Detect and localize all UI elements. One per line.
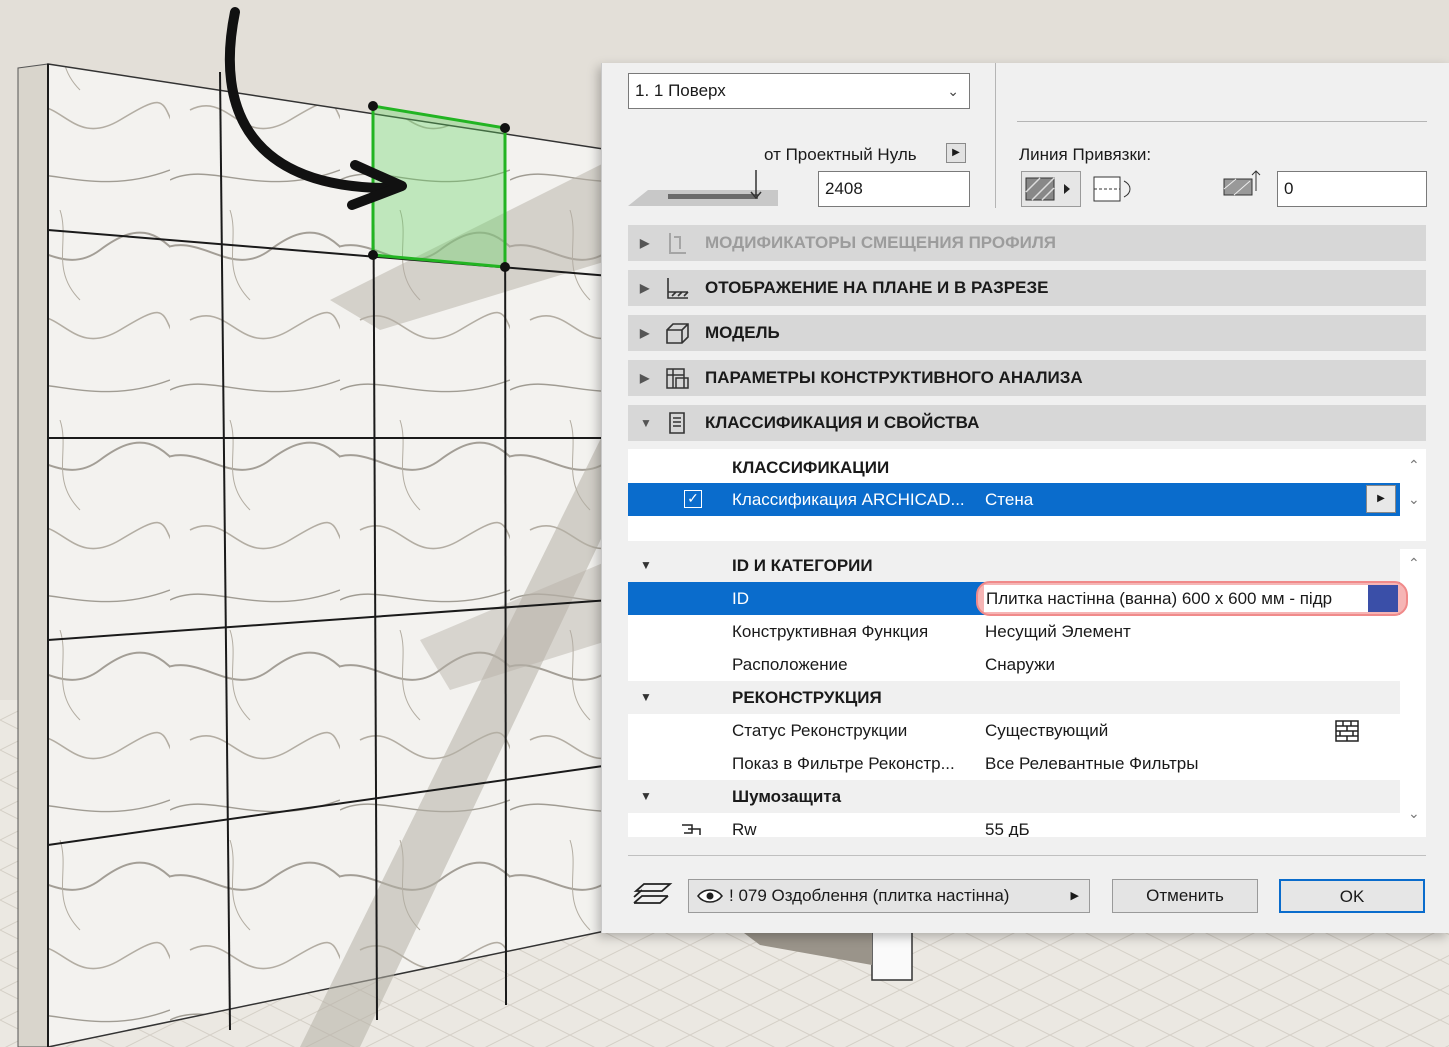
elevation-input[interactable]: 2408 [818, 171, 970, 207]
elevation-reference-button[interactable]: ▶ [946, 143, 966, 163]
classification-picker-button[interactable]: ▶ [1366, 485, 1396, 513]
id-value-input[interactable]: Плитка настінна (ванна) 600 x 600 мм - п… [984, 585, 1374, 612]
reference-offset-icon [1223, 170, 1261, 196]
reference-line-label: Линия Привязки: [1019, 145, 1152, 164]
model-icon [666, 323, 689, 344]
property-group-header[interactable]: ▼ РЕКОНСТРУКЦИЯ [628, 681, 1400, 714]
flip-icon [1093, 176, 1131, 202]
classifications-header: КЛАССИФИКАЦИИ [732, 458, 890, 477]
elevation-label: от Проектный Нуль [764, 145, 917, 164]
collapse-arrow-icon: ▼ [640, 690, 652, 704]
property-row[interactable]: Конструктивная Функция Несущий Элемент [628, 615, 1400, 648]
brick-wall-icon [1335, 720, 1359, 742]
section-label: КЛАССИФИКАЦИЯ И СВОЙСТВА [705, 413, 980, 432]
property-value: Плитка настінна (ванна) 600 x 600 мм - п… [986, 589, 1333, 608]
cancel-button[interactable]: Отменить [1112, 879, 1258, 913]
expand-arrow-icon: ▶ [640, 326, 650, 340]
scroll-down-icon[interactable]: ⌄ [1408, 491, 1420, 508]
eye-icon [697, 889, 723, 903]
section-label: ОТОБРАЖЕНИЕ НА ПЛАНЕ И В РАЗРЕЗЕ [705, 278, 1049, 297]
properties-panel: ▼ ID И КАТЕГОРИИ ID Плитка настінна (ван… [628, 549, 1426, 837]
flip-reference-line-button[interactable] [1090, 171, 1136, 207]
hatch-fill-icon [1025, 177, 1070, 201]
property-group-header[interactable]: ▼ Шумозащита [628, 780, 1400, 813]
classification-icon [669, 412, 685, 434]
layer-select[interactable]: ! 079 Оздоблення (плитка настінна) ▶ [688, 879, 1090, 913]
property-row[interactable]: Статус Реконструкции Существующий [628, 714, 1400, 747]
property-group-header[interactable]: ▼ ID И КАТЕГОРИИ [628, 549, 1400, 582]
property-row[interactable]: Rw 55 дБ [628, 813, 1400, 837]
divider [995, 63, 996, 208]
collapse-arrow-icon: ▼ [640, 558, 652, 572]
section-floor-plan[interactable]: ▶ ОТОБРАЖЕНИЕ НА ПЛАНЕ И В РАЗРЕЗЕ [628, 270, 1426, 306]
classifications-panel: КЛАССИФИКАЦИИ ✓ Классификация ARCHICAD..… [628, 449, 1426, 541]
classification-value: Стена [985, 490, 1034, 509]
section-structural-analysis[interactable]: ▶ ПАРАМЕТРЫ КОНСТРУКТИВНОГО АНАЛИЗА [628, 360, 1426, 396]
floor-select[interactable]: 1. 1 Поверх ⌄ [628, 73, 970, 109]
chevron-down-icon: ⌄ [947, 83, 959, 99]
collapse-arrow-icon: ▼ [640, 789, 652, 803]
classification-row[interactable]: ✓ Классификация ARCHICAD... Стена [628, 483, 1400, 516]
elevation-value: 2408 [825, 179, 863, 198]
section-label: МОДЕЛЬ [705, 323, 780, 342]
expand-arrow-icon: ▶ [640, 371, 650, 385]
expand-arrow-icon: ▶ [640, 236, 650, 250]
chevron-right-icon: ▶ [1070, 890, 1079, 902]
floor-plan-section-icon [667, 278, 689, 299]
checkbox[interactable]: ✓ [684, 490, 702, 508]
section-profile-modifiers[interactable]: ▶ МОДИФИКАТОРЫ СМЕЩЕНИЯ ПРОФИЛЯ [628, 225, 1426, 261]
divider [1017, 121, 1427, 122]
property-row[interactable]: Расположение Снаружи [628, 648, 1400, 681]
reference-offset-value: 0 [1284, 179, 1294, 198]
property-row[interactable]: Показ в Фильтре Реконстр... Все Релевант… [628, 747, 1400, 780]
layer-name: ! 079 Оздоблення (плитка настінна) [729, 886, 1010, 905]
classification-name: Классификация ARCHICAD... [732, 490, 965, 509]
reference-line-side-button[interactable] [1021, 171, 1081, 207]
acoustic-icon [682, 824, 701, 835]
collapse-arrow-icon: ▼ [640, 416, 652, 430]
section-model[interactable]: ▶ МОДЕЛЬ [628, 315, 1426, 351]
footer-divider [628, 855, 1426, 856]
expand-arrow-icon: ▶ [640, 281, 650, 295]
section-label: МОДИФИКАТОРЫ СМЕЩЕНИЯ ПРОФИЛЯ [705, 233, 1056, 252]
property-name: ID [732, 589, 749, 608]
id-value-scroll-block [1368, 585, 1398, 612]
section-label: ПАРАМЕТРЫ КОНСТРУКТИВНОГО АНАЛИЗА [705, 368, 1083, 387]
section-classification[interactable]: ▼ КЛАССИФИКАЦИЯ И СВОЙСТВА [628, 405, 1426, 441]
reference-offset-input[interactable]: 0 [1277, 171, 1427, 207]
structural-analysis-icon [666, 368, 689, 389]
elevation-icon [628, 170, 778, 206]
ok-button[interactable]: OK [1279, 879, 1425, 913]
element-settings-dialog: 1. 1 Поверх ⌄ от Проектный Нуль ▶ 2408 Л… [601, 63, 1449, 933]
floor-select-value: 1. 1 Поверх [635, 81, 726, 100]
layer-icon [633, 883, 673, 904]
scroll-up-icon[interactable]: ⌃ [1408, 457, 1420, 474]
profile-modifier-icon [669, 233, 686, 254]
scroll-down-icon[interactable]: ⌄ [1408, 805, 1420, 822]
scroll-up-icon[interactable]: ⌃ [1408, 555, 1420, 572]
